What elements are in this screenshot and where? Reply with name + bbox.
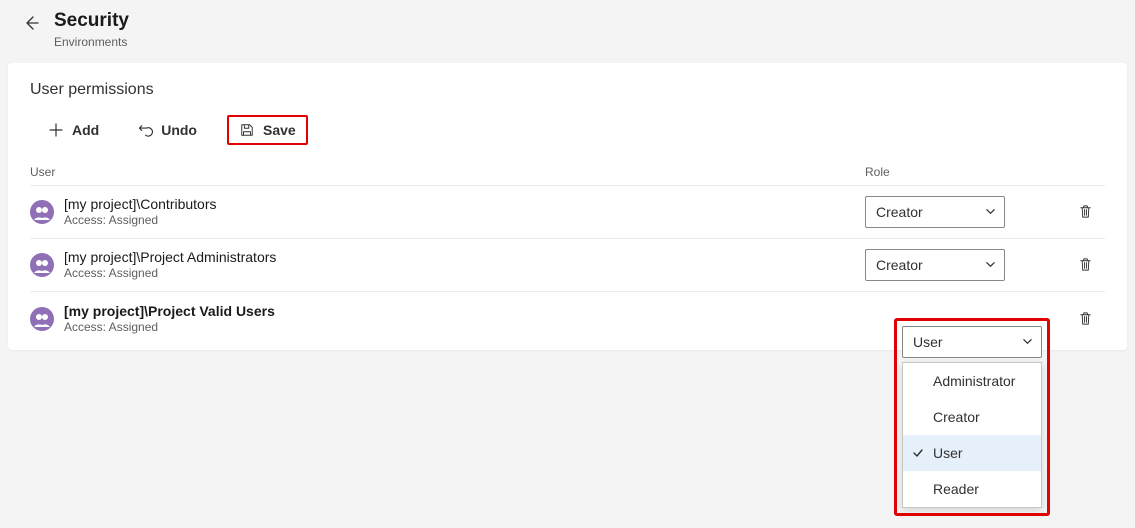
row-access: Access: Assigned	[64, 266, 865, 280]
table-row: [my project]\Project Administrators Acce…	[30, 238, 1105, 291]
role-value: Creator	[876, 257, 923, 273]
chevron-down-icon	[1021, 336, 1033, 348]
chevron-down-icon	[984, 206, 996, 218]
delete-button[interactable]	[1065, 204, 1105, 219]
role-value: Creator	[876, 204, 923, 220]
save-button[interactable]: Save	[227, 115, 308, 145]
page-subtitle: Environments	[54, 35, 129, 49]
group-avatar	[30, 307, 54, 331]
delete-button[interactable]	[1065, 257, 1105, 272]
role-dropdown[interactable]: User	[902, 326, 1042, 358]
column-header-user: User	[30, 165, 865, 179]
save-label: Save	[263, 122, 296, 138]
role-dropdown[interactable]: Creator	[865, 249, 1005, 281]
undo-button[interactable]: Undo	[133, 119, 201, 141]
add-label: Add	[72, 122, 99, 138]
group-avatar	[30, 253, 54, 277]
column-header-role: Role	[865, 165, 1065, 179]
toolbar: Add Undo Save	[30, 115, 1105, 145]
undo-label: Undo	[161, 122, 197, 138]
back-button[interactable]	[22, 14, 40, 32]
save-icon	[239, 122, 255, 138]
check-icon	[911, 446, 925, 460]
role-dropdown[interactable]: Creator	[865, 196, 1005, 228]
chevron-down-icon	[984, 259, 996, 271]
page-header: Security Environments	[0, 0, 1135, 57]
row-name: [my project]\Project Administrators	[64, 249, 865, 265]
row-name: [my project]\Project Valid Users	[64, 303, 865, 319]
list-header: User Role	[30, 159, 1105, 185]
delete-button[interactable]	[1065, 311, 1105, 326]
trash-icon	[1078, 257, 1093, 272]
row-name: [my project]\Contributors	[64, 196, 865, 212]
role-dropdown-menu: Administrator Creator User Reader	[902, 362, 1042, 508]
permissions-panel: User permissions Add Undo Save	[8, 63, 1127, 350]
role-option-user[interactable]: User	[903, 435, 1041, 471]
trash-icon	[1078, 311, 1093, 326]
page-title: Security	[54, 10, 129, 33]
trash-icon	[1078, 204, 1093, 219]
group-avatar	[30, 200, 54, 224]
row-access: Access: Assigned	[64, 213, 865, 227]
undo-icon	[137, 122, 153, 138]
arrow-left-icon	[23, 15, 39, 31]
role-option-administrator[interactable]: Administrator	[903, 363, 1041, 399]
row-access: Access: Assigned	[64, 320, 865, 334]
role-option-reader[interactable]: Reader	[903, 471, 1041, 507]
add-button[interactable]: Add	[44, 119, 103, 141]
role-dropdown-open-highlight: User Administrator Creator User Reader	[894, 318, 1050, 516]
panel-title: User permissions	[30, 81, 1105, 99]
role-value: User	[913, 334, 943, 350]
role-option-creator[interactable]: Creator	[903, 399, 1041, 435]
table-row: [my project]\Contributors Access: Assign…	[30, 185, 1105, 238]
plus-icon	[48, 122, 64, 138]
